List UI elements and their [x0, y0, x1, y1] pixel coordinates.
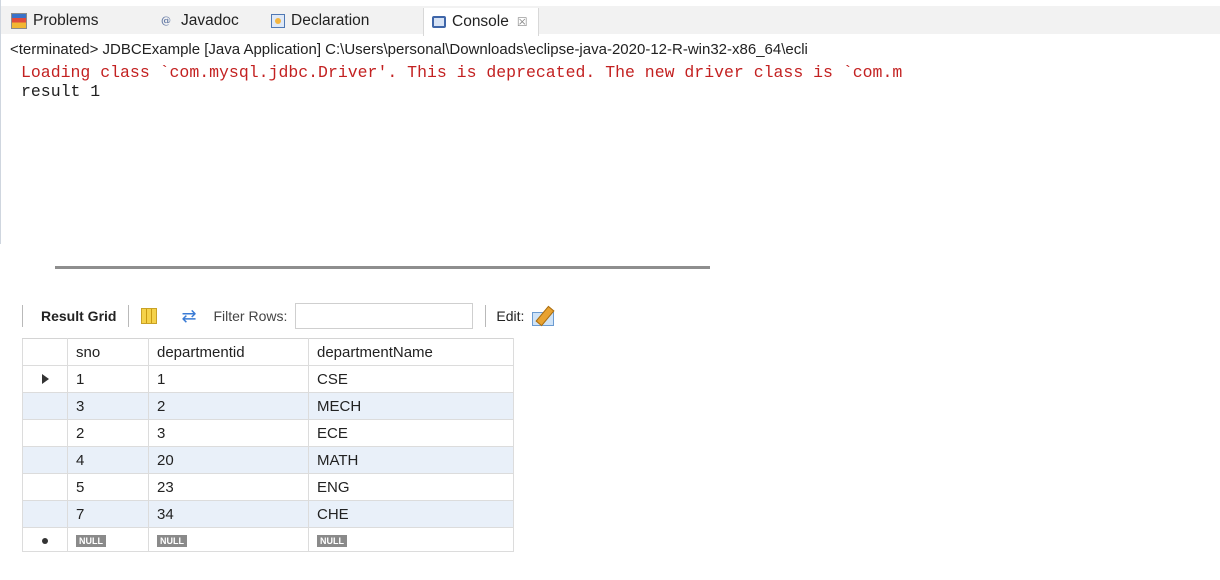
- filter-rows-label: Filter Rows:: [213, 308, 288, 324]
- tab-console[interactable]: Console ☒: [423, 8, 539, 36]
- cell-departmentid[interactable]: 3: [148, 419, 309, 447]
- row-marker: [22, 419, 68, 447]
- tab-declaration[interactable]: Declaration: [271, 10, 369, 32]
- refresh-icon[interactable]: ⇄: [181, 307, 201, 325]
- grid-view-icon[interactable]: [141, 308, 158, 324]
- cell-sno[interactable]: 4: [67, 446, 149, 474]
- cell-departmentid[interactable]: 2: [148, 392, 309, 420]
- declaration-icon: [271, 14, 285, 28]
- new-row-marker: [22, 527, 68, 552]
- table-row[interactable]: 4 20 MATH: [22, 446, 514, 474]
- row-marker: [22, 500, 68, 528]
- cell-sno-null[interactable]: NULL: [67, 527, 149, 552]
- panel-splitter[interactable]: [55, 266, 710, 269]
- cell-departmentid[interactable]: 34: [148, 500, 309, 528]
- table-header-row: sno departmentid departmentName: [22, 338, 514, 366]
- close-icon[interactable]: ☒: [517, 15, 528, 29]
- cell-departmentname[interactable]: MATH: [308, 446, 514, 474]
- cell-departmentid[interactable]: 1: [148, 365, 309, 393]
- row-pointer-icon: [41, 373, 49, 384]
- toolbar-divider: [485, 305, 487, 327]
- tab-javadoc[interactable]: @ Javadoc: [161, 10, 239, 32]
- cell-departmentname[interactable]: CSE: [308, 365, 514, 393]
- console-line-error: Loading class `com.mysql.jdbc.Driver'. T…: [21, 63, 903, 82]
- cell-departmentid[interactable]: 23: [148, 473, 309, 501]
- cell-sno[interactable]: 5: [67, 473, 149, 501]
- cell-departmentid[interactable]: 20: [148, 446, 309, 474]
- table-row[interactable]: 7 34 CHE: [22, 500, 514, 528]
- console-icon: [432, 16, 446, 28]
- cell-sno[interactable]: 7: [67, 500, 149, 528]
- edit-icon[interactable]: [532, 305, 558, 327]
- tab-console-label: Console: [452, 13, 509, 30]
- view-tab-bar: Problems @ Javadoc Declaration Console ☒: [1, 6, 1220, 36]
- javadoc-icon: @: [161, 15, 171, 27]
- edit-label: Edit:: [496, 308, 525, 324]
- result-grid-table: sno departmentid departmentName 1 1 CSE …: [22, 338, 514, 552]
- cell-sno[interactable]: 2: [67, 419, 149, 447]
- column-header-departmentid[interactable]: departmentid: [148, 338, 309, 366]
- row-marker: [22, 392, 68, 420]
- eclipse-console-view: Problems @ Javadoc Declaration Console ☒…: [0, 0, 1220, 244]
- tab-declaration-label: Declaration: [291, 12, 370, 29]
- console-output[interactable]: Loading class `com.mysql.jdbc.Driver'. T…: [21, 63, 902, 101]
- cell-sno[interactable]: 3: [67, 392, 149, 420]
- current-row-marker: [22, 365, 68, 393]
- cell-departmentname[interactable]: CHE: [308, 500, 514, 528]
- table-row[interactable]: 5 23 ENG: [22, 473, 514, 501]
- cell-departmentname[interactable]: MECH: [308, 392, 514, 420]
- cell-departmentname-null[interactable]: NULL: [308, 527, 514, 552]
- result-grid-toolbar: Result Grid ⇄ Filter Rows: Edit:: [22, 300, 712, 332]
- new-row[interactable]: NULL NULL NULL: [22, 527, 514, 552]
- new-row-dot-icon: [42, 538, 48, 544]
- table-row[interactable]: 1 1 CSE: [22, 365, 514, 393]
- console-status-line: <terminated> JDBCExample [Java Applicati…: [10, 41, 808, 58]
- cell-departmentid-null[interactable]: NULL: [148, 527, 309, 552]
- cell-departmentname[interactable]: ENG: [308, 473, 514, 501]
- tab-javadoc-label: Javadoc: [181, 12, 239, 29]
- table-row[interactable]: 3 2 MECH: [22, 392, 514, 420]
- column-header-sno[interactable]: sno: [67, 338, 149, 366]
- row-marker-header: [22, 338, 68, 366]
- table-row[interactable]: 2 3 ECE: [22, 419, 514, 447]
- console-line-output: result 1: [21, 82, 101, 101]
- filter-rows-input[interactable]: [295, 303, 474, 329]
- null-badge: NULL: [76, 535, 106, 547]
- null-badge: NULL: [157, 535, 187, 547]
- result-grid-label[interactable]: Result Grid: [41, 308, 116, 324]
- workbench-result-panel: Result Grid ⇄ Filter Rows: Edit: sno dep…: [0, 244, 715, 580]
- tab-problems-label: Problems: [33, 12, 99, 29]
- cell-departmentname[interactable]: ECE: [308, 419, 514, 447]
- row-marker: [22, 446, 68, 474]
- null-badge: NULL: [317, 535, 347, 547]
- toolbar-divider: [22, 305, 23, 327]
- row-marker: [22, 473, 68, 501]
- tab-problems[interactable]: Problems: [11, 10, 98, 32]
- toolbar-divider: [128, 305, 130, 327]
- column-header-departmentname[interactable]: departmentName: [308, 338, 514, 366]
- problems-icon: [11, 13, 27, 29]
- cell-sno[interactable]: 1: [67, 365, 149, 393]
